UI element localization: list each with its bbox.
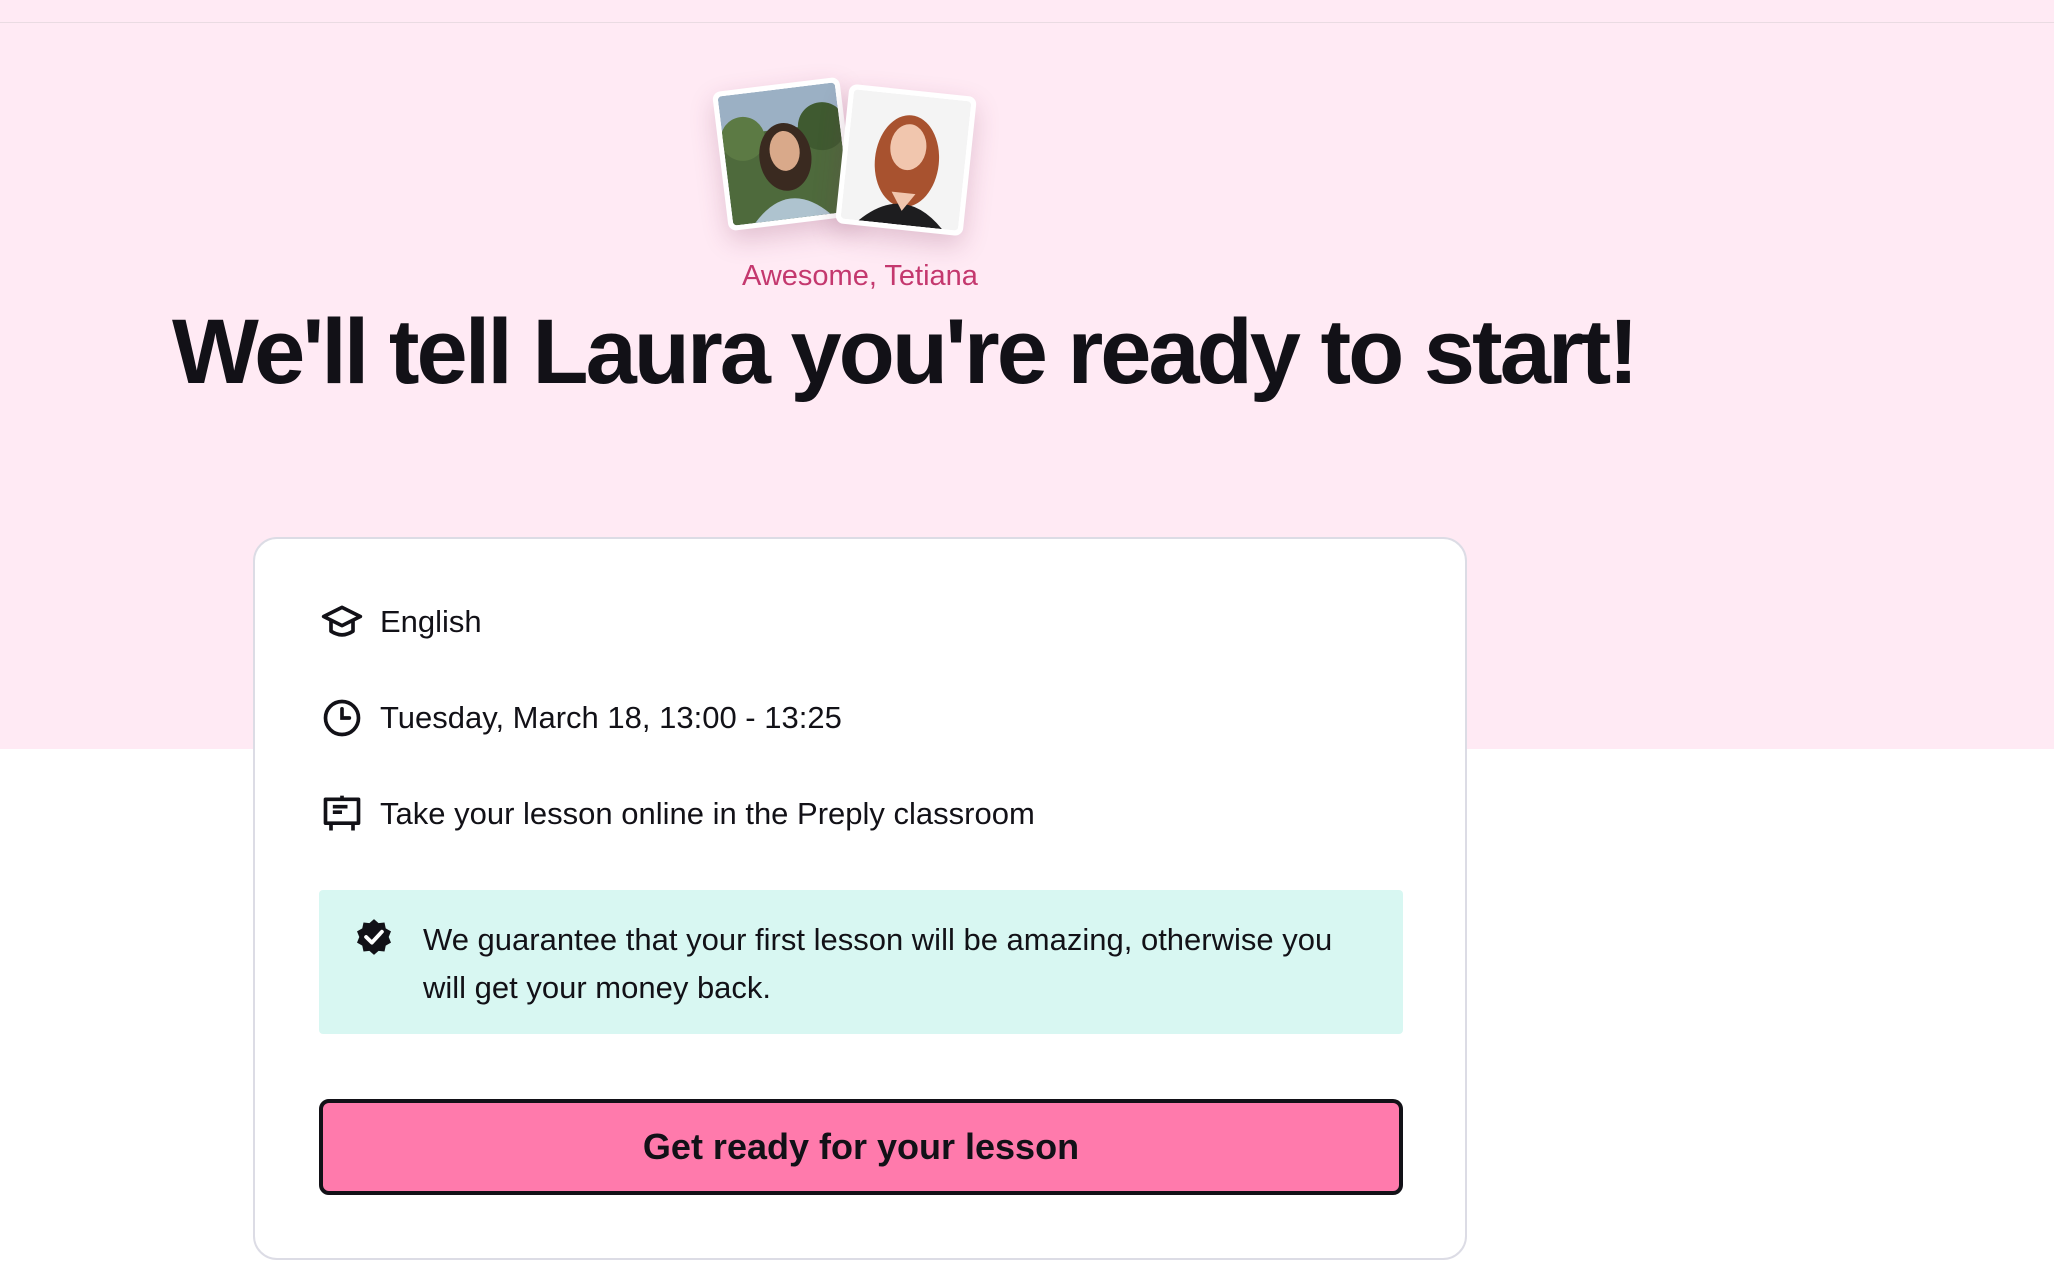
get-ready-button[interactable]: Get ready for your lesson — [319, 1099, 1403, 1195]
lesson-summary-card: English Tuesday, March 18, 13:00 - 13:25… — [253, 537, 1467, 1260]
classroom-board-icon — [320, 791, 366, 837]
clock-icon — [320, 695, 366, 741]
time-label: Tuesday, March 18, 13:00 - 13:25 — [380, 700, 842, 735]
student-avatar — [711, 76, 857, 232]
time-row: Tuesday, March 18, 13:00 - 13:25 — [320, 695, 842, 741]
graduation-cap-icon — [320, 599, 366, 645]
subject-row: English — [320, 599, 482, 645]
subject-label: English — [380, 604, 482, 639]
verified-badge-icon — [353, 916, 395, 958]
location-row: Take your lesson online in the Preply cl… — [320, 791, 1035, 837]
guarantee-text: We guarantee that your first lesson will… — [423, 922, 1333, 1005]
page-title: We'll tell Laura you're ready to start! — [172, 301, 1639, 403]
tutor-photo-image — [840, 89, 972, 231]
location-label: Take your lesson online in the Preply cl… — [380, 796, 1035, 831]
avatar-stack — [0, 0, 2054, 260]
greeting-text: Awesome, Tetiana — [742, 260, 978, 292]
student-photo-image — [717, 82, 851, 226]
money-back-guarantee-banner: We guarantee that your first lesson will… — [319, 890, 1403, 1034]
tutor-avatar — [835, 83, 977, 237]
